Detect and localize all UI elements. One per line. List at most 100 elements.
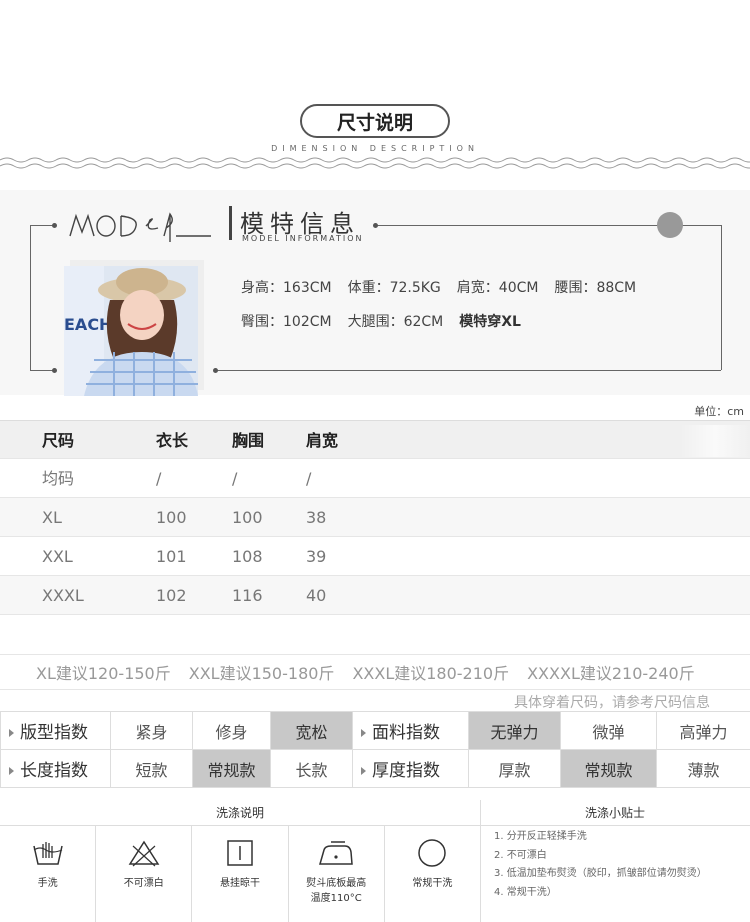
wash-tips-list: 1. 分开反正轻揉手洗 2. 不可漂白 3. 低温加垫布熨烫（胶印，抓皱部位请勿… (494, 828, 707, 902)
hand-wash-icon (32, 842, 63, 865)
triangle-icon (9, 729, 14, 737)
header-size: 尺码 (42, 431, 75, 450)
table-row-empty (0, 615, 750, 655)
frame-bottom-line (215, 370, 721, 371)
suggestion-item: XXXXL建议210-240斤 (527, 664, 695, 683)
model-hip: 臀围：102CM (241, 314, 332, 330)
thickness-option: 薄款 (656, 749, 750, 788)
unit-label: 单位：cm (694, 405, 744, 418)
model-thigh: 大腿围：62CM (347, 314, 444, 330)
header-length: 衣长 (156, 431, 189, 450)
thickness-option-selected: 常规款 (560, 749, 657, 788)
length-cell: 101 (156, 547, 187, 566)
model-wearing-size: 模特穿XL (459, 314, 521, 330)
wash-divider (480, 800, 481, 922)
wash-item: 不可漂白 (96, 826, 193, 922)
iron-icon (319, 841, 354, 865)
fit-option-selected: 宽松 (270, 711, 353, 750)
model-shoulder: 肩宽：40CM (456, 280, 539, 296)
size-cell: XXL (42, 547, 73, 566)
length-cell: 100 (156, 508, 187, 527)
shoulder-cell: 38 (306, 508, 327, 527)
wash-item: 手洗 (0, 826, 97, 922)
fit-option: 修身 (192, 711, 271, 750)
model-photo: EACH (64, 260, 204, 396)
section-title: 尺寸说明 (300, 104, 450, 138)
length-cell: 102 (156, 586, 187, 605)
length-cell: / (156, 469, 162, 488)
shoulder-cell: 40 (306, 586, 327, 605)
wash-tip: 1. 分开反正轻揉手洗 (494, 831, 587, 842)
no-bleach-icon (128, 840, 160, 867)
wave-divider (0, 157, 750, 169)
fabric-option: 高弹力 (656, 711, 750, 750)
photo-print-text: EACH (64, 315, 112, 334)
wash-item: 熨斗底板最高 温度110°C (289, 826, 385, 922)
header-bust: 胸围 (232, 431, 265, 450)
model-height: 身高：163CM (241, 280, 332, 296)
table-row: XXL 101 108 39 (0, 537, 750, 576)
wash-tips-heading: 洗涤小贴士 (480, 800, 750, 826)
frame-left-line (30, 225, 31, 370)
shoulder-cell: 39 (306, 547, 327, 566)
size-suggestions: XL建议120-150斤 XXL建议150-180斤 XXXL建议180-210斤 X… (0, 660, 750, 690)
shoulder-cell: / (306, 469, 312, 488)
fabric-option: 微弹 (560, 711, 657, 750)
wash-label-line2: 温度110°C (310, 893, 362, 904)
model-measurements-row2: 臀围：102CM 大腿围：62CM 模特穿XL (241, 311, 521, 331)
thickness-index-label: 厚度指数 (352, 749, 469, 788)
size-cell: XXXL (42, 586, 84, 605)
wash-heading: 洗涤说明 (0, 800, 480, 826)
model-measurements-row1: 身高：163CM 体重：72.5KG 肩宽：40CM 腰围：88CM (241, 277, 652, 297)
size-table-header: 尺码 衣长 胸围 肩宽 (0, 420, 750, 459)
model-weight: 体重：72.5KG (347, 280, 441, 296)
frame-dot (52, 368, 57, 373)
table-row: XL 100 100 38 (0, 498, 750, 537)
frame-right-line (721, 225, 722, 370)
fabric-option-selected: 无弹力 (468, 711, 561, 750)
suggestion-item: XXXL建议180-210斤 (352, 664, 510, 683)
triangle-icon (9, 767, 14, 775)
wash-label: 常规干洗 (412, 878, 453, 889)
title-accent-bar (229, 206, 232, 240)
header-shoulder: 肩宽 (306, 431, 339, 450)
thickness-option: 厚款 (468, 749, 561, 788)
section-subtitle: DIMENSION DESCRIPTION (271, 144, 479, 153)
wash-tip: 4. 常规干洗） (494, 886, 557, 898)
triangle-icon (361, 729, 366, 737)
bust-cell: 100 (232, 508, 263, 527)
index-row-length: 长度指数 短款 常规款 长款 厚度指数 厚款 常规款 薄款 (0, 749, 750, 788)
header-decoration (680, 425, 750, 457)
frame-dot (213, 368, 218, 373)
bust-cell: 108 (232, 547, 263, 566)
hang-dry-icon (227, 840, 253, 866)
wash-label: 不可漂白 (123, 878, 164, 889)
wash-label: 手洗 (37, 878, 58, 889)
wash-item: 常规干洗 (385, 826, 480, 922)
table-row: 均码 / / / (0, 459, 750, 498)
size-table: 尺码 衣长 胸围 肩宽 均码 / / / XL 100 100 38 XXL 1… (0, 420, 750, 655)
wash-label: 悬挂晾干 (220, 878, 260, 889)
wash-icons-row: 手洗 不可漂白 悬挂晾干 熨斗底板最高 温度110°C 常规干洗 (0, 826, 480, 922)
wash-tip: 2. 不可漂白 (494, 849, 547, 861)
frame-dot (373, 223, 378, 228)
triangle-icon (361, 767, 366, 775)
fit-index-label: 版型指数 (0, 711, 111, 750)
frame-circle (657, 212, 683, 238)
index-table: 版型指数 紧身 修身 宽松 面料指数 无弹力 微弹 高弹力 长度指数 短款 常规… (0, 711, 750, 788)
wash-item: 悬挂晾干 (192, 826, 289, 922)
wash-tip: 3. 低温加垫布熨烫（胶印，抓皱部位请勿熨烫） (494, 868, 707, 879)
bust-cell: 116 (232, 586, 263, 605)
frame-dot (52, 223, 57, 228)
table-row: XXXL 102 116 40 (0, 576, 750, 615)
size-cell: XL (42, 508, 62, 527)
wash-label: 熨斗底板最高 (306, 878, 367, 889)
dry-clean-icon (418, 839, 447, 867)
bust-cell: / (232, 469, 238, 488)
suggestion-item: XXL建议150-180斤 (188, 664, 335, 683)
size-reference-note: 具体穿着尺码，请参考尺码信息 (514, 695, 710, 711)
model-script-logo (69, 212, 211, 242)
length-option: 长款 (270, 749, 353, 788)
fabric-index-label: 面料指数 (352, 711, 469, 750)
index-row-fit: 版型指数 紧身 修身 宽松 面料指数 无弹力 微弹 高弹力 (0, 711, 750, 750)
